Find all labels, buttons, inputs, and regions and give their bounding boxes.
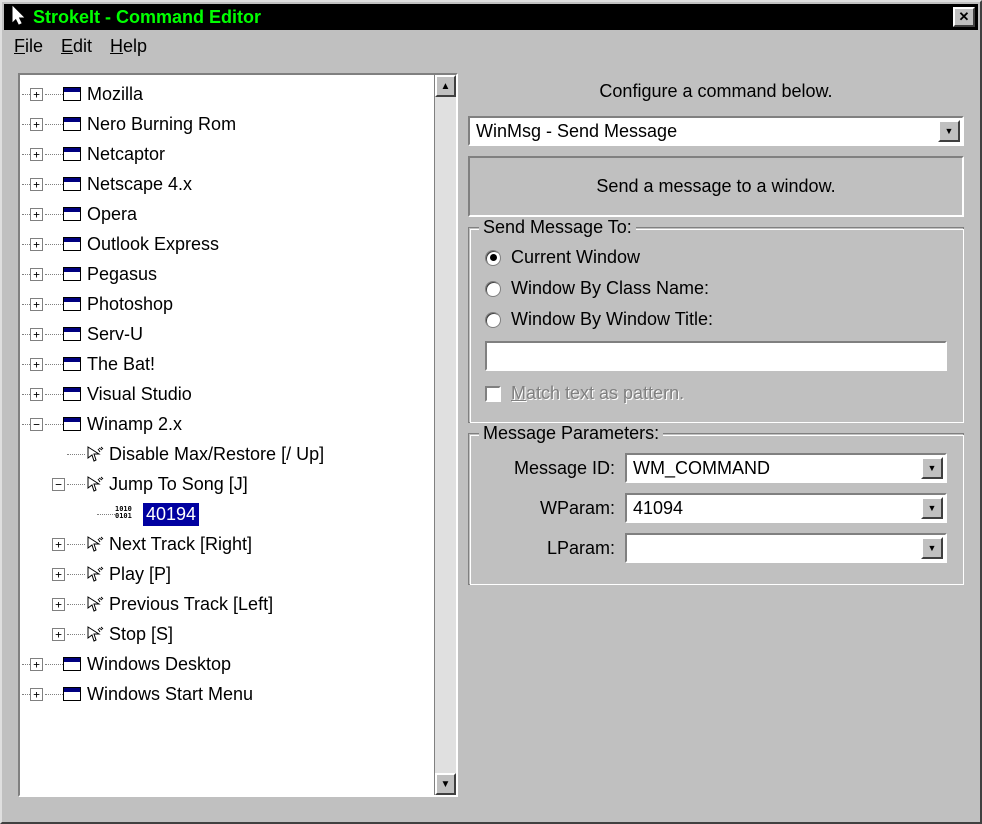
app-icon <box>63 417 81 431</box>
app-icon <box>63 687 81 701</box>
tree-item-pegasus[interactable]: +Pegasus <box>22 259 432 289</box>
chevron-down-icon[interactable]: ▼ <box>921 497 943 519</box>
radio-by-title[interactable]: Window By Window Title: <box>485 304 947 335</box>
app-icon <box>63 87 81 101</box>
match-pattern-label: Match text as pattern. <box>511 383 684 404</box>
configure-label: Configure a command below. <box>468 73 964 106</box>
command-description: Send a message to a window. <box>468 156 964 217</box>
tree-item-mozilla[interactable]: +Mozilla <box>22 79 432 109</box>
tree-item-thebat[interactable]: +The Bat! <box>22 349 432 379</box>
params-legend: Message Parameters: <box>479 423 663 444</box>
chevron-down-icon[interactable]: ▼ <box>921 457 943 479</box>
app-window: StrokeIt - Command Editor ✕ File Edit He… <box>0 0 982 824</box>
radio-icon <box>485 250 501 266</box>
binary-icon: 10100101 <box>115 506 139 522</box>
chevron-down-icon[interactable]: ▼ <box>921 537 943 559</box>
scroll-up-button[interactable]: ▲ <box>435 75 456 97</box>
tree[interactable]: +Mozilla +Nero Burning Rom +Netcaptor +N… <box>20 75 434 795</box>
tree-item-stop[interactable]: +Stop [S] <box>22 619 432 649</box>
tree-panel: +Mozilla +Nero Burning Rom +Netcaptor +N… <box>18 73 458 797</box>
gesture-icon <box>85 475 105 493</box>
menubar: File Edit Help <box>4 30 978 63</box>
tree-item-play[interactable]: +Play [P] <box>22 559 432 589</box>
titlebar: StrokeIt - Command Editor ✕ <box>4 4 978 30</box>
tree-item-disable-maxrestore[interactable]: Disable Max/Restore [/ Up] <box>22 439 432 469</box>
gesture-icon <box>85 595 105 613</box>
command-select[interactable]: WinMsg - Send Message ▼ <box>468 116 964 146</box>
window-title: StrokeIt - Command Editor <box>33 7 953 28</box>
scroll-down-button[interactable]: ▼ <box>435 773 456 795</box>
lparam-label: LParam: <box>485 538 615 559</box>
cursor-icon <box>11 5 27 30</box>
content: +Mozilla +Nero Burning Rom +Netcaptor +N… <box>4 63 978 811</box>
tree-item-servu[interactable]: +Serv-U <box>22 319 432 349</box>
tree-item-jumptosong[interactable]: −Jump To Song [J] <box>22 469 432 499</box>
wparam-label: WParam: <box>485 498 615 519</box>
tree-item-nero[interactable]: +Nero Burning Rom <box>22 109 432 139</box>
gesture-icon <box>85 625 105 643</box>
app-icon <box>63 117 81 131</box>
tree-item-visualstudio[interactable]: +Visual Studio <box>22 379 432 409</box>
wparam-select[interactable]: 41094 ▼ <box>625 493 947 523</box>
app-icon <box>63 297 81 311</box>
tree-item-netcaptor[interactable]: +Netcaptor <box>22 139 432 169</box>
chevron-down-icon[interactable]: ▼ <box>938 120 960 142</box>
app-icon <box>63 357 81 371</box>
scroll-track[interactable] <box>435 97 456 773</box>
app-icon <box>63 207 81 221</box>
radio-current-window[interactable]: Current Window <box>485 242 947 273</box>
app-icon <box>63 237 81 251</box>
tree-item-prevtrack[interactable]: +Previous Track [Left] <box>22 589 432 619</box>
close-button[interactable]: ✕ <box>953 7 975 27</box>
checkbox-icon <box>485 386 501 402</box>
app-icon <box>63 177 81 191</box>
app-icon <box>63 147 81 161</box>
window-match-input[interactable] <box>485 341 947 371</box>
send-to-legend: Send Message To: <box>479 217 636 238</box>
menu-file[interactable]: File <box>14 36 43 57</box>
tree-item-opera[interactable]: +Opera <box>22 199 432 229</box>
tree-item-40194[interactable]: 1010010140194 <box>22 499 432 529</box>
tree-item-nexttrack[interactable]: +Next Track [Right] <box>22 529 432 559</box>
tree-item-outlook[interactable]: +Outlook Express <box>22 229 432 259</box>
right-panel: Configure a command below. WinMsg - Send… <box>468 73 964 797</box>
scrollbar[interactable]: ▲ ▼ <box>434 75 456 795</box>
radio-by-classname[interactable]: Window By Class Name: <box>485 273 947 304</box>
radio-icon <box>485 281 501 297</box>
radio-icon <box>485 312 501 328</box>
app-icon <box>63 657 81 671</box>
tree-item-photoshop[interactable]: +Photoshop <box>22 289 432 319</box>
tree-item-windows-startmenu[interactable]: +Windows Start Menu <box>22 679 432 709</box>
lparam-select[interactable]: ▼ <box>625 533 947 563</box>
gesture-icon <box>85 445 105 463</box>
app-icon <box>63 267 81 281</box>
tree-item-winamp[interactable]: −Winamp 2.x <box>22 409 432 439</box>
tree-item-netscape[interactable]: +Netscape 4.x <box>22 169 432 199</box>
message-parameters-group: Message Parameters: Message ID: WM_COMMA… <box>468 433 964 585</box>
gesture-icon <box>85 565 105 583</box>
send-message-to-group: Send Message To: Current Window Window B… <box>468 227 964 423</box>
command-select-value: WinMsg - Send Message <box>476 121 677 142</box>
app-icon <box>63 387 81 401</box>
match-pattern-checkbox: Match text as pattern. <box>485 371 947 406</box>
message-id-select[interactable]: WM_COMMAND ▼ <box>625 453 947 483</box>
gesture-icon <box>85 535 105 553</box>
message-id-label: Message ID: <box>485 458 615 479</box>
tree-item-windows-desktop[interactable]: +Windows Desktop <box>22 649 432 679</box>
app-icon <box>63 327 81 341</box>
menu-edit[interactable]: Edit <box>61 36 92 57</box>
menu-help[interactable]: Help <box>110 36 147 57</box>
